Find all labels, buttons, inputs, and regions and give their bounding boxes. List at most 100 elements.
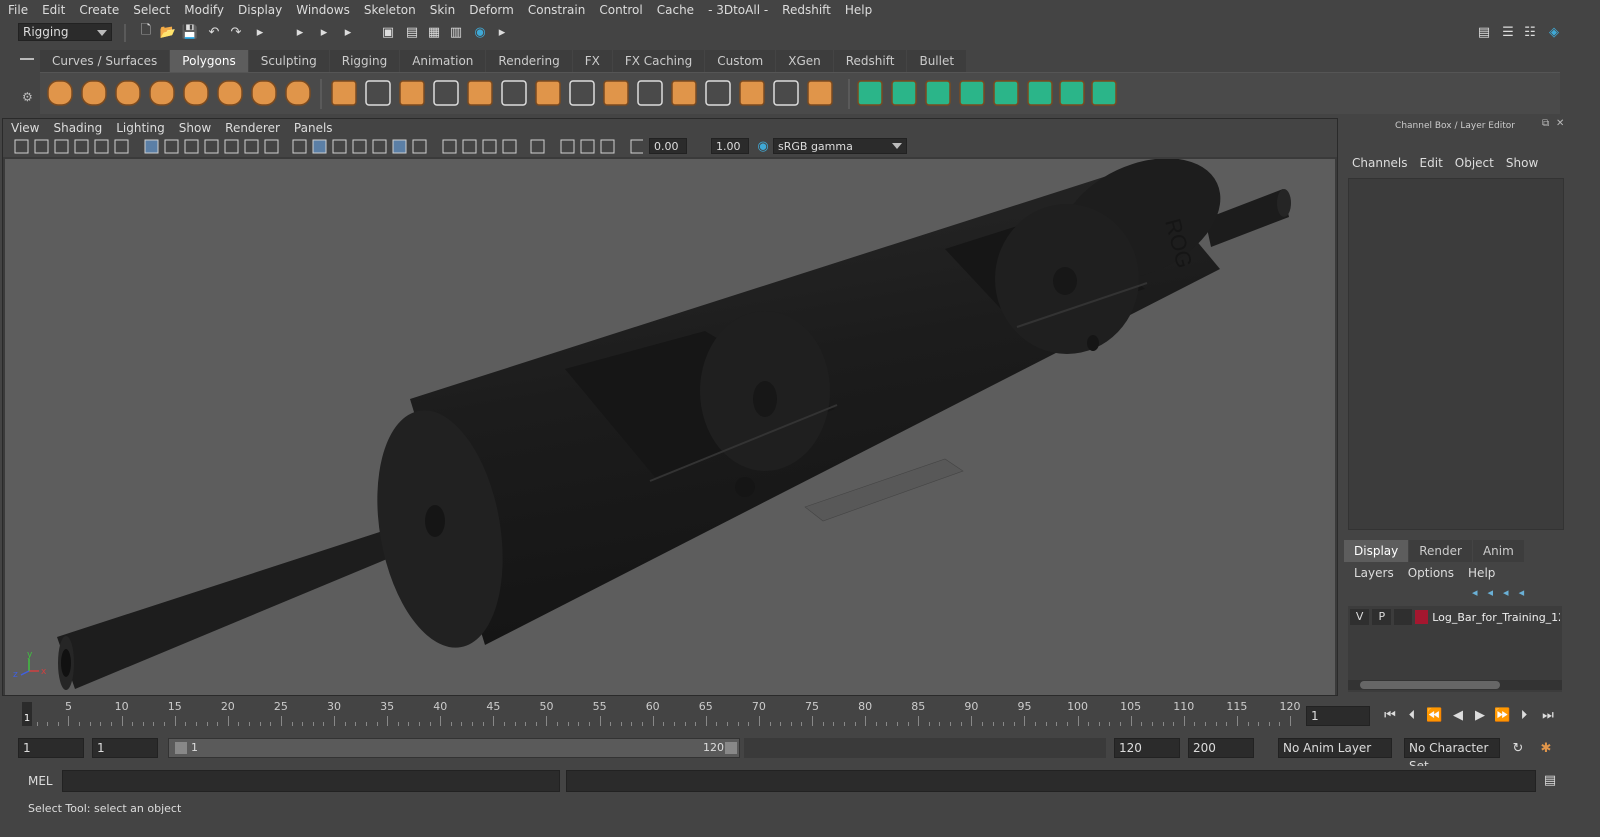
menu-create[interactable]: Create bbox=[79, 3, 119, 17]
poly-cone-icon[interactable] bbox=[149, 80, 175, 106]
snap-curve-icon[interactable]: ▸ bbox=[316, 24, 332, 40]
viewport-menu-panels[interactable]: Panels bbox=[294, 121, 333, 135]
uv-editor-icon[interactable] bbox=[993, 80, 1019, 106]
close-icon[interactable]: ✕ bbox=[1556, 118, 1564, 129]
target-weld-icon[interactable] bbox=[773, 80, 799, 106]
viewport-menu-view[interactable]: View bbox=[11, 121, 39, 135]
insert-edge-loop-icon[interactable] bbox=[671, 80, 697, 106]
poly-cube-icon[interactable] bbox=[81, 80, 107, 106]
current-frame-field[interactable]: 1 bbox=[1306, 706, 1370, 726]
bevel-icon[interactable] bbox=[467, 80, 493, 106]
viewport-tool-icon-5[interactable] bbox=[114, 139, 129, 154]
layer-playback-toggle[interactable]: P bbox=[1372, 609, 1392, 625]
scene-start-field[interactable]: 1 bbox=[18, 738, 84, 758]
attribute-editor-icon[interactable]: ☰ bbox=[1500, 24, 1516, 40]
float-icon[interactable]: ⧉ bbox=[1542, 118, 1549, 129]
layer-menu-help[interactable]: Help bbox=[1468, 566, 1495, 580]
cylindrical-uv-icon[interactable] bbox=[925, 80, 951, 106]
mirror-icon[interactable] bbox=[1091, 80, 1117, 106]
anim-layer-dropdown[interactable]: No Anim Layer bbox=[1278, 738, 1392, 758]
select-hierarchy-icon[interactable]: ▸ bbox=[252, 24, 268, 40]
gamma-field[interactable]: 1.00 bbox=[711, 138, 749, 154]
poke-icon[interactable] bbox=[807, 80, 833, 106]
tab-bullet[interactable]: Bullet bbox=[907, 50, 967, 72]
tab-curves-surfaces[interactable]: Curves / Surfaces bbox=[40, 50, 170, 72]
offset-edge-icon[interactable] bbox=[705, 80, 731, 106]
menu-help[interactable]: Help bbox=[845, 3, 872, 17]
poly-torus-icon[interactable] bbox=[217, 80, 243, 106]
step-back-key-icon[interactable]: ⏪ bbox=[1426, 708, 1442, 724]
viewport-tool-icon-10[interactable] bbox=[224, 139, 239, 154]
menu-control[interactable]: Control bbox=[599, 3, 642, 17]
layer-action-icons[interactable]: ◂◂◂◂ bbox=[1472, 586, 1534, 599]
menu-redshift[interactable]: Redshift bbox=[782, 3, 831, 17]
menu-select[interactable]: Select bbox=[133, 3, 170, 17]
append-icon[interactable] bbox=[603, 80, 629, 106]
go-to-end-icon[interactable]: ⏭ bbox=[1540, 708, 1556, 724]
menu-3dtoall[interactable]: - 3DtoAll - bbox=[708, 3, 768, 17]
layer-display-type[interactable] bbox=[1394, 609, 1412, 625]
tab-polygons[interactable]: Polygons bbox=[170, 50, 248, 72]
command-language[interactable]: MEL bbox=[28, 774, 53, 788]
scroll-thumb[interactable] bbox=[1360, 681, 1500, 689]
viewport-menu-renderer[interactable]: Renderer bbox=[225, 121, 280, 135]
viewport-tool-icon-0[interactable] bbox=[14, 139, 29, 154]
open-scene-icon[interactable]: 📂 bbox=[160, 24, 176, 40]
menu-constrain[interactable]: Constrain bbox=[528, 3, 586, 17]
viewport-menu-shading[interactable]: Shading bbox=[53, 121, 102, 135]
channel-box-body[interactable] bbox=[1348, 178, 1564, 530]
gear-icon[interactable]: ⚙ bbox=[22, 90, 33, 104]
character-set-dropdown[interactable]: No Character Set bbox=[1404, 738, 1500, 773]
tab-rendering[interactable]: Rendering bbox=[486, 50, 572, 72]
auto-key-icon[interactable]: ↻ bbox=[1510, 740, 1526, 756]
layer-visibility-toggle[interactable]: V bbox=[1350, 609, 1370, 625]
current-time-marker[interactable]: 1 bbox=[22, 702, 32, 726]
menu-cache[interactable]: Cache bbox=[657, 3, 694, 17]
viewport-tool-icon-17[interactable] bbox=[372, 139, 387, 154]
viewport-tool-icon-24[interactable] bbox=[530, 139, 545, 154]
poly-plane-icon[interactable] bbox=[183, 80, 209, 106]
tab-fx[interactable]: FX bbox=[572, 50, 612, 72]
scene-end-field[interactable]: 200 bbox=[1188, 738, 1254, 758]
play-forward-icon[interactable]: ▶ bbox=[1472, 708, 1488, 724]
viewport-tool-icon-13[interactable] bbox=[292, 139, 307, 154]
viewport-tool-icon-28[interactable] bbox=[630, 139, 643, 154]
viewport-tool-icon-22[interactable] bbox=[482, 139, 497, 154]
tab-sculpting[interactable]: Sculpting bbox=[248, 50, 329, 72]
render-frame-icon[interactable]: ▤ bbox=[404, 24, 420, 40]
tab-animation[interactable]: Animation bbox=[400, 50, 486, 72]
exposure-field[interactable]: 0.00 bbox=[649, 138, 687, 154]
layer-menu-layers[interactable]: Layers bbox=[1354, 566, 1394, 580]
step-back-icon[interactable]: ⏴ bbox=[1404, 708, 1420, 724]
viewport-tool-icon-12[interactable] bbox=[264, 139, 279, 154]
step-forward-key-icon[interactable]: ⏩ bbox=[1494, 708, 1510, 724]
layer-scrollbar[interactable] bbox=[1348, 680, 1562, 690]
viewport-tool-icon-26[interactable] bbox=[580, 139, 595, 154]
redo-icon[interactable]: ↷ bbox=[228, 24, 244, 40]
menu-skeleton[interactable]: Skeleton bbox=[364, 3, 416, 17]
viewport-tool-icon-20[interactable] bbox=[442, 139, 457, 154]
step-forward-icon[interactable]: ⏵ bbox=[1516, 708, 1532, 724]
color-management-icon[interactable]: ◉ bbox=[755, 138, 771, 154]
undo-icon[interactable]: ↶ bbox=[206, 24, 222, 40]
menu-deform[interactable]: Deform bbox=[469, 3, 514, 17]
bridge-icon[interactable] bbox=[501, 80, 527, 106]
planar-uv-icon[interactable] bbox=[857, 80, 883, 106]
menu-windows[interactable]: Windows bbox=[296, 3, 350, 17]
fill-hole-icon[interactable] bbox=[637, 80, 663, 106]
menu-modify[interactable]: Modify bbox=[184, 3, 224, 17]
tool-settings-icon[interactable]: ☷ bbox=[1522, 24, 1538, 40]
toggle-icon[interactable]: ▸ bbox=[494, 24, 510, 40]
merge-icon[interactable] bbox=[739, 80, 765, 106]
viewport-menu-lighting[interactable]: Lighting bbox=[116, 121, 165, 135]
go-to-start-icon[interactable]: ⏮ bbox=[1382, 708, 1398, 724]
viewport-tool-icon-14[interactable] bbox=[312, 139, 327, 154]
playback-end-field[interactable]: 120 bbox=[1114, 738, 1180, 758]
checker-icon[interactable] bbox=[1059, 80, 1085, 106]
viewport-tool-icon-16[interactable] bbox=[352, 139, 367, 154]
multi-cut-icon[interactable] bbox=[535, 80, 561, 106]
command-input[interactable] bbox=[62, 770, 560, 792]
menu-skin[interactable]: Skin bbox=[430, 3, 456, 17]
menu-edit[interactable]: Edit bbox=[42, 3, 65, 17]
layer-tab-display[interactable]: Display bbox=[1344, 540, 1409, 562]
